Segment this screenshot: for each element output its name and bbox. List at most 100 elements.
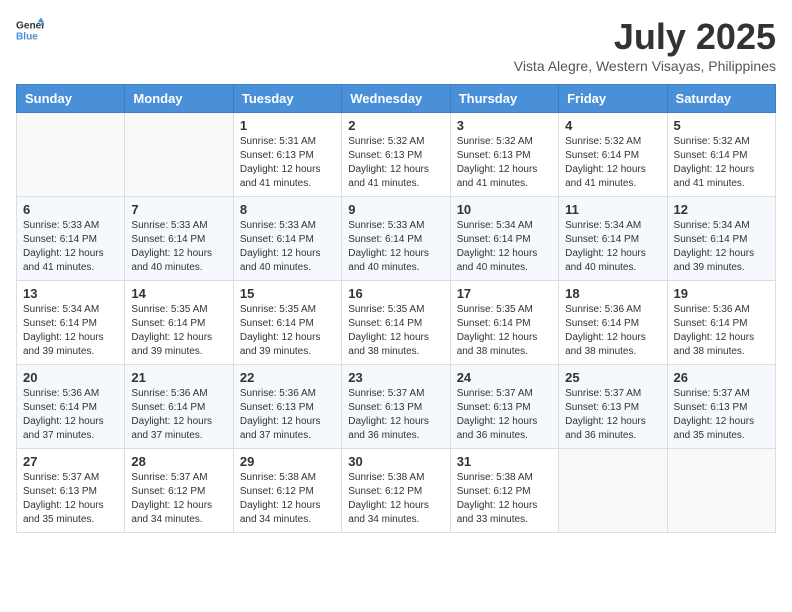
day-info: Sunrise: 5:37 AM Sunset: 6:13 PM Dayligh…: [674, 387, 769, 443]
day-number: 8: [240, 202, 335, 217]
calendar-cell: 21 Sunrise: 5:36 AM Sunset: 6:14 PM Dayli…: [125, 365, 233, 449]
calendar-cell: 1Sunrise: 5:31 AM Sunset: 6:13 PM Daylig…: [233, 113, 341, 197]
day-info: Sunrise: 5:37 AM Sunset: 6:13 PM Dayligh…: [457, 387, 552, 443]
day-info: Sunrise: 5:33 AM Sunset: 6:14 PM Dayligh…: [240, 219, 335, 275]
day-info: Sunrise: 5:38 AM Sunset: 6:12 PM Dayligh…: [348, 471, 443, 527]
day-number: 30: [348, 454, 443, 469]
calendar-cell: 24 Sunrise: 5:37 AM Sunset: 6:13 PM Dayli…: [450, 365, 558, 449]
day-number: 14: [131, 286, 226, 301]
day-number: 10: [457, 202, 552, 217]
location-subtitle: Vista Alegre, Western Visayas, Philippin…: [514, 58, 776, 74]
calendar-cell: 18 Sunrise: 5:36 AM Sunset: 6:14 PM Dayli…: [559, 281, 667, 365]
calendar-cell: [667, 449, 775, 533]
day-number: 5: [674, 118, 769, 133]
calendar-table: Sunday Monday Tuesday Wednesday Thursday…: [16, 84, 776, 533]
day-number: 31: [457, 454, 552, 469]
day-info: Sunrise: 5:35 AM Sunset: 6:14 PM Dayligh…: [348, 303, 443, 359]
calendar-cell: 29 Sunrise: 5:38 AM Sunset: 6:12 PM Dayli…: [233, 449, 341, 533]
day-info: Sunrise: 5:35 AM Sunset: 6:14 PM Dayligh…: [457, 303, 552, 359]
svg-text:Blue: Blue: [16, 31, 38, 42]
calendar-week-row: 20 Sunrise: 5:36 AM Sunset: 6:14 PM Dayli…: [17, 365, 776, 449]
day-number: 1: [240, 118, 335, 133]
calendar-cell: 17 Sunrise: 5:35 AM Sunset: 6:14 PM Dayli…: [450, 281, 558, 365]
calendar-cell: 10Sunrise: 5:34 AM Sunset: 6:14 PM Dayli…: [450, 197, 558, 281]
day-number: 29: [240, 454, 335, 469]
day-number: 19: [674, 286, 769, 301]
page-header: General Blue July 2025 Vista Alegre, Wes…: [16, 16, 776, 74]
day-info: Sunrise: 5:35 AM Sunset: 6:14 PM Dayligh…: [240, 303, 335, 359]
calendar-cell: 22 Sunrise: 5:36 AM Sunset: 6:13 PM Dayli…: [233, 365, 341, 449]
title-block: July 2025 Vista Alegre, Western Visayas,…: [514, 16, 776, 74]
day-number: 9: [348, 202, 443, 217]
logo-icon: General Blue: [16, 16, 44, 44]
day-info: Sunrise: 5:36 AM Sunset: 6:14 PM Dayligh…: [23, 387, 118, 443]
day-number: 11: [565, 202, 660, 217]
day-number: 23: [348, 370, 443, 385]
day-info: Sunrise: 5:33 AM Sunset: 6:14 PM Dayligh…: [131, 219, 226, 275]
calendar-cell: 11 Sunrise: 5:34 AM Sunset: 6:14 PM Dayli…: [559, 197, 667, 281]
day-info: Sunrise: 5:37 AM Sunset: 6:13 PM Dayligh…: [348, 387, 443, 443]
calendar-cell: 3Sunrise: 5:32 AM Sunset: 6:13 PM Daylig…: [450, 113, 558, 197]
col-saturday: Saturday: [667, 85, 775, 113]
logo: General Blue: [16, 16, 44, 44]
day-info: Sunrise: 5:37 AM Sunset: 6:13 PM Dayligh…: [23, 471, 118, 527]
calendar-cell: [559, 449, 667, 533]
col-thursday: Thursday: [450, 85, 558, 113]
day-number: 2: [348, 118, 443, 133]
calendar-cell: 13 Sunrise: 5:34 AM Sunset: 6:14 PM Dayli…: [17, 281, 125, 365]
calendar-cell: 15 Sunrise: 5:35 AM Sunset: 6:14 PM Dayli…: [233, 281, 341, 365]
calendar-cell: 8 Sunrise: 5:33 AM Sunset: 6:14 PM Daylig…: [233, 197, 341, 281]
col-friday: Friday: [559, 85, 667, 113]
day-info: Sunrise: 5:32 AM Sunset: 6:13 PM Dayligh…: [457, 135, 552, 191]
calendar-cell: 9Sunrise: 5:33 AM Sunset: 6:14 PM Daylig…: [342, 197, 450, 281]
day-info: Sunrise: 5:37 AM Sunset: 6:12 PM Dayligh…: [131, 471, 226, 527]
day-info: Sunrise: 5:36 AM Sunset: 6:14 PM Dayligh…: [131, 387, 226, 443]
day-number: 21: [131, 370, 226, 385]
day-info: Sunrise: 5:36 AM Sunset: 6:13 PM Dayligh…: [240, 387, 335, 443]
day-number: 18: [565, 286, 660, 301]
day-info: Sunrise: 5:38 AM Sunset: 6:12 PM Dayligh…: [240, 471, 335, 527]
day-number: 20: [23, 370, 118, 385]
day-info: Sunrise: 5:32 AM Sunset: 6:13 PM Dayligh…: [348, 135, 443, 191]
calendar-cell: 25Sunrise: 5:37 AM Sunset: 6:13 PM Dayli…: [559, 365, 667, 449]
day-number: 6: [23, 202, 118, 217]
calendar-cell: 6Sunrise: 5:33 AM Sunset: 6:14 PM Daylig…: [17, 197, 125, 281]
month-title: July 2025: [514, 16, 776, 58]
calendar-week-row: 6 Sunrise: 5:33 AM Sunset: 6:14 PM Daylig…: [17, 197, 776, 281]
calendar-cell: 16 Sunrise: 5:35 AM Sunset: 6:14 PM Dayli…: [342, 281, 450, 365]
day-info: Sunrise: 5:36 AM Sunset: 6:14 PM Dayligh…: [674, 303, 769, 359]
day-info: Sunrise: 5:37 AM Sunset: 6:13 PM Dayligh…: [565, 387, 660, 443]
day-number: 28: [131, 454, 226, 469]
day-number: 16: [348, 286, 443, 301]
day-info: Sunrise: 5:32 AM Sunset: 6:14 PM Dayligh…: [565, 135, 660, 191]
calendar-week-row: 1Sunrise: 5:31 AM Sunset: 6:13 PM Daylig…: [17, 113, 776, 197]
calendar-cell: 23 Sunrise: 5:37 AM Sunset: 6:13 PM Dayli…: [342, 365, 450, 449]
day-number: 13: [23, 286, 118, 301]
day-number: 24: [457, 370, 552, 385]
calendar-cell: 28 Sunrise: 5:37 AM Sunset: 6:12 PM Dayli…: [125, 449, 233, 533]
day-number: 17: [457, 286, 552, 301]
day-info: Sunrise: 5:34 AM Sunset: 6:14 PM Dayligh…: [565, 219, 660, 275]
calendar-week-row: 13 Sunrise: 5:34 AM Sunset: 6:14 PM Dayli…: [17, 281, 776, 365]
col-monday: Monday: [125, 85, 233, 113]
day-number: 15: [240, 286, 335, 301]
calendar-week-row: 27 Sunrise: 5:37 AM Sunset: 6:13 PM Dayli…: [17, 449, 776, 533]
day-info: Sunrise: 5:38 AM Sunset: 6:12 PM Dayligh…: [457, 471, 552, 527]
day-info: Sunrise: 5:34 AM Sunset: 6:14 PM Dayligh…: [674, 219, 769, 275]
day-info: Sunrise: 5:32 AM Sunset: 6:14 PM Dayligh…: [674, 135, 769, 191]
calendar-cell: 19 Sunrise: 5:36 AM Sunset: 6:14 PM Dayli…: [667, 281, 775, 365]
day-info: Sunrise: 5:34 AM Sunset: 6:14 PM Dayligh…: [23, 303, 118, 359]
calendar-cell: 14Sunrise: 5:35 AM Sunset: 6:14 PM Dayli…: [125, 281, 233, 365]
col-wednesday: Wednesday: [342, 85, 450, 113]
calendar-cell: 26 Sunrise: 5:37 AM Sunset: 6:13 PM Dayli…: [667, 365, 775, 449]
calendar-cell: [17, 113, 125, 197]
day-info: Sunrise: 5:36 AM Sunset: 6:14 PM Dayligh…: [565, 303, 660, 359]
calendar-cell: 5 Sunrise: 5:32 AM Sunset: 6:14 PM Daylig…: [667, 113, 775, 197]
day-number: 12: [674, 202, 769, 217]
day-number: 26: [674, 370, 769, 385]
calendar-cell: 30 Sunrise: 5:38 AM Sunset: 6:12 PM Dayli…: [342, 449, 450, 533]
day-number: 22: [240, 370, 335, 385]
day-number: 4: [565, 118, 660, 133]
calendar-cell: [125, 113, 233, 197]
day-number: 27: [23, 454, 118, 469]
